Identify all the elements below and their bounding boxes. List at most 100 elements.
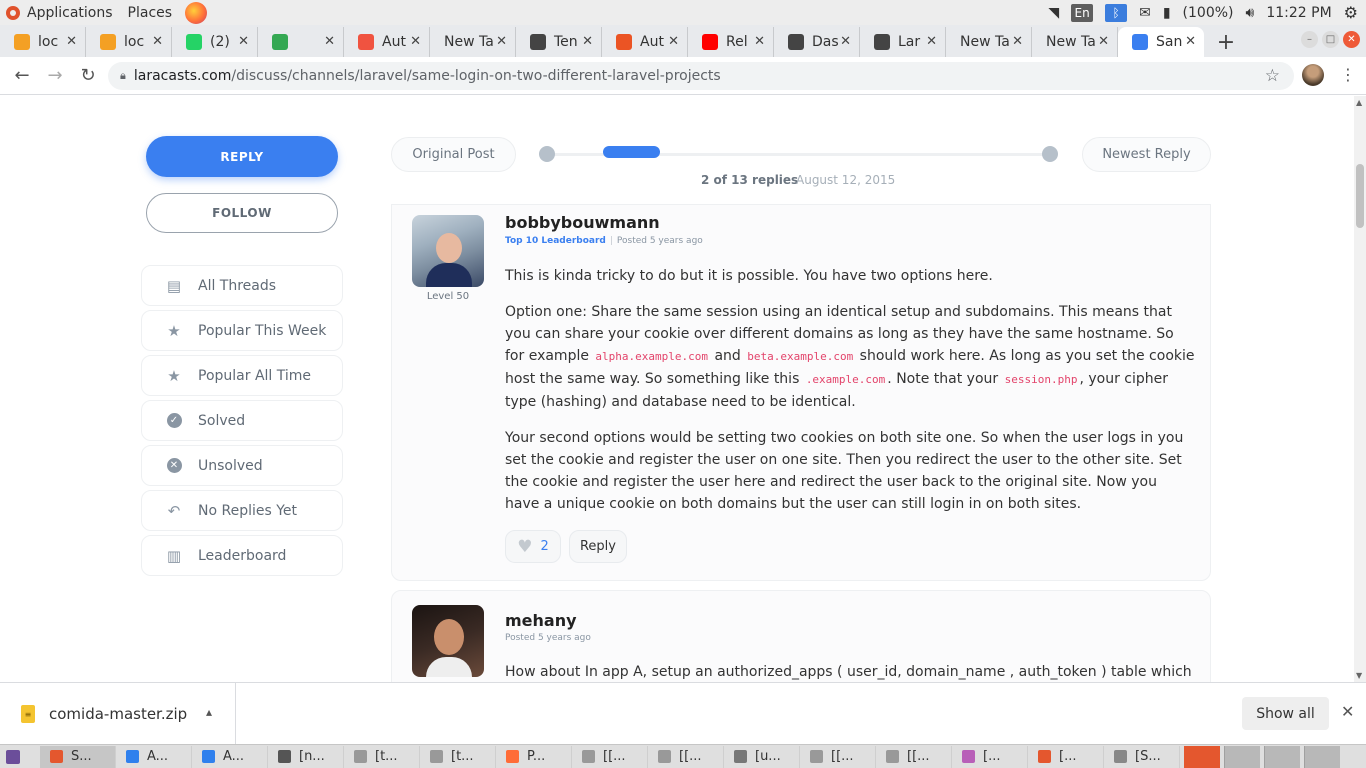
nav-all-threads[interactable]: ▤ All Threads [141, 265, 343, 306]
like-button[interactable]: ♥ 2 [505, 530, 561, 563]
applications-menu[interactable]: Applications [6, 5, 113, 21]
timeline-start-dot[interactable] [539, 146, 555, 162]
avatar[interactable] [412, 605, 484, 677]
browser-tab[interactable]: ✕ [258, 27, 344, 57]
lock-icon[interactable]: 🔒︎ [120, 69, 126, 83]
tab-close-icon[interactable]: ✕ [1098, 34, 1109, 49]
browser-tab[interactable]: Rel ✕ [688, 27, 774, 57]
browser-tab[interactable]: San ✕ [1118, 27, 1204, 57]
new-tab-button[interactable]: + [1208, 27, 1244, 57]
back-arrow-icon[interactable]: ← [6, 65, 38, 86]
taskbar-window[interactable]: [t... [420, 745, 496, 768]
profile-avatar[interactable] [1302, 64, 1324, 86]
keyboard-language[interactable]: En [1071, 3, 1094, 22]
tab-close-icon[interactable]: ✕ [496, 34, 507, 49]
nav-popular-all-time[interactable]: ★ Popular All Time [141, 355, 343, 396]
workspace-switcher[interactable] [1224, 745, 1260, 768]
taskbar-window[interactable]: P... [496, 745, 572, 768]
tab-close-icon[interactable]: ✕ [1012, 34, 1023, 49]
scrollbar-thumb[interactable] [1356, 164, 1364, 228]
chevron-up-icon[interactable]: ▴ [206, 705, 212, 719]
newest-reply-button[interactable]: Newest Reply [1082, 137, 1211, 172]
firefox-icon[interactable] [185, 1, 208, 24]
workspace-switcher[interactable] [1304, 745, 1340, 768]
nav-popular-this-week[interactable]: ★ Popular This Week [141, 310, 343, 351]
kebab-menu-icon[interactable]: ⋮ [1340, 65, 1356, 84]
forward-arrow-icon[interactable]: → [39, 65, 71, 86]
tab-close-icon[interactable]: ✕ [926, 34, 937, 49]
tab-close-icon[interactable]: ✕ [324, 34, 335, 49]
tab-close-icon[interactable]: ✕ [238, 34, 249, 49]
mail-icon[interactable]: ✉ [1139, 5, 1151, 21]
reply-button[interactable]: REPLY [146, 136, 338, 177]
username[interactable]: mehany [505, 611, 577, 630]
timeline-handle[interactable] [603, 146, 660, 158]
minimize-icon[interactable]: – [1301, 31, 1318, 48]
nav-no-replies-yet[interactable]: ↶ No Replies Yet [141, 490, 343, 531]
browser-tab[interactable]: Aut ✕ [344, 27, 430, 57]
tab-close-icon[interactable]: ✕ [582, 34, 593, 49]
chrome-launcher-icon[interactable] [1184, 745, 1220, 768]
taskbar-window[interactable]: [n... [268, 745, 344, 768]
browser-tab[interactable]: loc ✕ [86, 27, 172, 57]
username[interactable]: bobbybouwmann [505, 213, 660, 232]
wifi-icon[interactable]: ◥ [1048, 5, 1059, 21]
page-scrollbar[interactable]: ▲ ▼ [1354, 96, 1366, 682]
show-all-button[interactable]: Show all [1242, 697, 1329, 730]
show-desktop-icon[interactable] [6, 749, 20, 764]
tab-close-icon[interactable]: ✕ [668, 34, 679, 49]
tab-close-icon[interactable]: ✕ [66, 34, 77, 49]
browser-tab[interactable]: Lar ✕ [860, 27, 946, 57]
maximize-icon[interactable]: □ [1322, 31, 1339, 48]
address-bar[interactable]: 🔒︎ laracasts.com/discuss/channels/larave… [108, 62, 1294, 90]
leaderboard-badge[interactable]: Top 10 Leaderboard [505, 236, 606, 246]
taskbar-window[interactable]: [u... [724, 745, 800, 768]
browser-tab[interactable]: New Ta ✕ [430, 27, 516, 57]
browser-tab[interactable]: Aut ✕ [602, 27, 688, 57]
taskbar-window[interactable]: [[... [876, 745, 952, 768]
taskbar-window[interactable]: [[... [648, 745, 724, 768]
taskbar-window[interactable]: S... [40, 745, 116, 768]
browser-tab[interactable]: Ten ✕ [516, 27, 602, 57]
browser-tab[interactable]: loc ✕ [0, 27, 86, 57]
taskbar-window[interactable]: [t... [344, 745, 420, 768]
taskbar-window[interactable]: [[... [800, 745, 876, 768]
taskbar-window[interactable]: [... [952, 745, 1028, 768]
tab-close-icon[interactable]: ✕ [410, 34, 421, 49]
browser-tab[interactable]: (2) ✕ [172, 27, 258, 57]
bookmark-star-icon[interactable]: ☆ [1265, 66, 1280, 86]
nav-unsolved[interactable]: ✕ Unsolved [141, 445, 343, 486]
taskbar-window[interactable]: A... [116, 745, 192, 768]
reply-to-post-button[interactable]: Reply [569, 530, 627, 563]
avatar[interactable] [412, 215, 484, 287]
download-item[interactable]: ≡ comida-master.zip ▴ [0, 683, 236, 745]
clock[interactable]: 11:22 PM [1266, 5, 1331, 21]
nav-solved[interactable]: ✓ Solved [141, 400, 343, 441]
bluetooth-icon[interactable]: ᛒ [1105, 3, 1128, 22]
browser-tab[interactable]: New Ta ✕ [946, 27, 1032, 57]
close-icon[interactable]: ✕ [1341, 702, 1354, 721]
taskbar-window[interactable]: A... [192, 745, 268, 768]
tab-close-icon[interactable]: ✕ [1185, 34, 1196, 49]
nav-leaderboard[interactable]: ▥ Leaderboard [141, 535, 343, 576]
scroll-down-icon[interactable]: ▼ [1356, 671, 1362, 680]
tab-close-icon[interactable]: ✕ [840, 34, 851, 49]
volume-icon[interactable]: 🔊︎ [1246, 5, 1255, 21]
tab-close-icon[interactable]: ✕ [754, 34, 765, 49]
original-post-button[interactable]: Original Post [391, 137, 516, 172]
timeline-end-dot[interactable] [1042, 146, 1058, 162]
taskbar-window[interactable]: [S... [1104, 745, 1180, 768]
taskbar-window[interactable]: [[... [572, 745, 648, 768]
close-window-icon[interactable]: ✕ [1343, 31, 1360, 48]
workspace-switcher[interactable] [1264, 745, 1300, 768]
battery-icon[interactable]: ▮ [1163, 5, 1171, 21]
reload-icon[interactable]: ↻ [72, 65, 104, 86]
browser-tab[interactable]: Das ✕ [774, 27, 860, 57]
follow-button[interactable]: FOLLOW [146, 193, 338, 233]
session-gear-icon[interactable]: ⚙ [1344, 3, 1358, 22]
browser-tab[interactable]: New Ta ✕ [1032, 27, 1118, 57]
tab-close-icon[interactable]: ✕ [152, 34, 163, 49]
taskbar-window[interactable]: [... [1028, 745, 1104, 768]
scroll-up-icon[interactable]: ▲ [1356, 98, 1362, 107]
places-menu[interactable]: Places [128, 5, 173, 21]
